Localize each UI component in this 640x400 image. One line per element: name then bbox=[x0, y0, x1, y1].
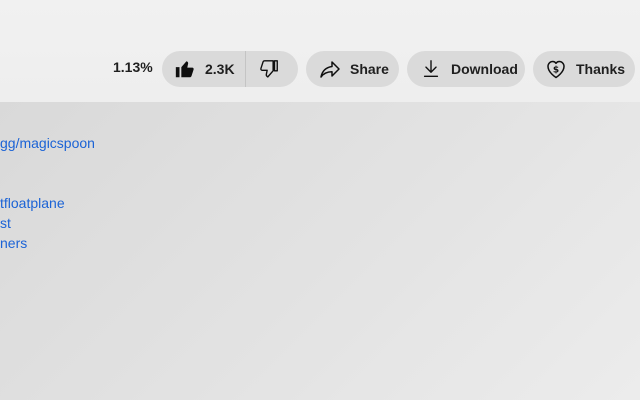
percent-label: 1.13% bbox=[113, 59, 153, 75]
description-link-ners[interactable]: ners bbox=[0, 235, 27, 251]
share-label: Share bbox=[350, 61, 389, 77]
thumbs-down-icon bbox=[257, 57, 281, 81]
thanks-button[interactable]: $ Thanks bbox=[533, 51, 635, 87]
description-panel bbox=[0, 102, 640, 400]
share-arrow-icon bbox=[318, 57, 342, 81]
thanks-label: Thanks bbox=[576, 61, 626, 77]
svg-text:$: $ bbox=[553, 66, 559, 76]
download-label: Download bbox=[451, 61, 518, 77]
description-link-floatplane[interactable]: tfloatplane bbox=[0, 195, 65, 211]
heart-dollar-icon: $ bbox=[544, 57, 568, 81]
like-button[interactable]: 2.3K bbox=[162, 51, 246, 87]
thumbs-up-icon bbox=[173, 57, 197, 81]
like-dislike-group: 2.3K bbox=[162, 51, 298, 87]
download-button[interactable]: Download bbox=[407, 51, 525, 87]
dislike-button[interactable] bbox=[246, 51, 298, 87]
description-link-magicspoon[interactable]: gg/magicspoon bbox=[0, 135, 95, 151]
like-count: 2.3K bbox=[205, 61, 235, 77]
share-button[interactable]: Share bbox=[306, 51, 399, 87]
description-link-st[interactable]: st bbox=[0, 215, 11, 231]
download-icon bbox=[419, 57, 443, 81]
